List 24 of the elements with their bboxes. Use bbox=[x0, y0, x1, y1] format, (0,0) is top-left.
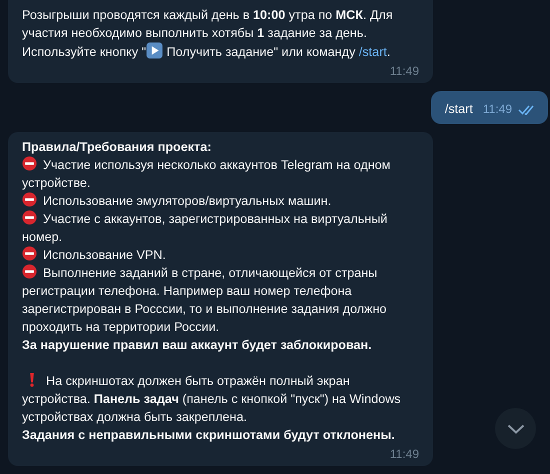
message-time: 11:49 bbox=[390, 63, 419, 80]
message-text: Правила/Требования проекта: bbox=[22, 139, 212, 156]
message-time: 11:49 bbox=[482, 101, 512, 118]
no-entry-icon bbox=[22, 264, 37, 279]
play-icon bbox=[146, 42, 164, 59]
message-time: 11:49 bbox=[390, 446, 419, 463]
message-text: На скриншотах должен быть отражён полный экран устройства. Панель задач (панель с кнопкой "пуск") на Windows устройствах должна быть закреплена. bbox=[22, 371, 402, 426]
message-text: Использование эмуляторов/виртуальных машин. bbox=[22, 192, 407, 210]
message-text: /start bbox=[444, 101, 473, 118]
no-entry-icon bbox=[22, 156, 37, 171]
no-entry-icon bbox=[22, 246, 37, 261]
exclamation-icon bbox=[28, 372, 36, 387]
no-entry-icon bbox=[22, 192, 37, 207]
chevron-down-icon bbox=[506, 424, 524, 434]
message-text: Участие с аккаунтов, зарегистрированных на виртуальный номер. bbox=[22, 210, 388, 246]
message-text: Использование VPN. bbox=[22, 246, 407, 264]
message-text: За нарушение правил ваш аккаунт будет заблокирован. bbox=[22, 337, 373, 354]
scroll-down-button[interactable] bbox=[495, 408, 536, 449]
message-text: Розыгрыши проводятся каждый день в 10:00 утра по МСК. Для участия необходимо выполнить хотябы 1 задание за день. Используйте кнопку " Получить задание" или команду /start. bbox=[22, 7, 394, 61]
command-link[interactable]: /start bbox=[358, 45, 387, 59]
message-text: Участие используя несколько аккаунтов Telegram на одном устройстве. bbox=[22, 156, 392, 192]
message-text: Выполнение заданий в стране, отличающейся от страны регистрации телефона. Например ваш номер телефона зарегистрирован в Росссии, то и выполнение задания должно проходить на территории России. bbox=[22, 264, 388, 336]
no-entry-icon bbox=[22, 210, 37, 225]
message-text: Задания с неправильными скриншотами будут отклонены. bbox=[22, 427, 396, 444]
